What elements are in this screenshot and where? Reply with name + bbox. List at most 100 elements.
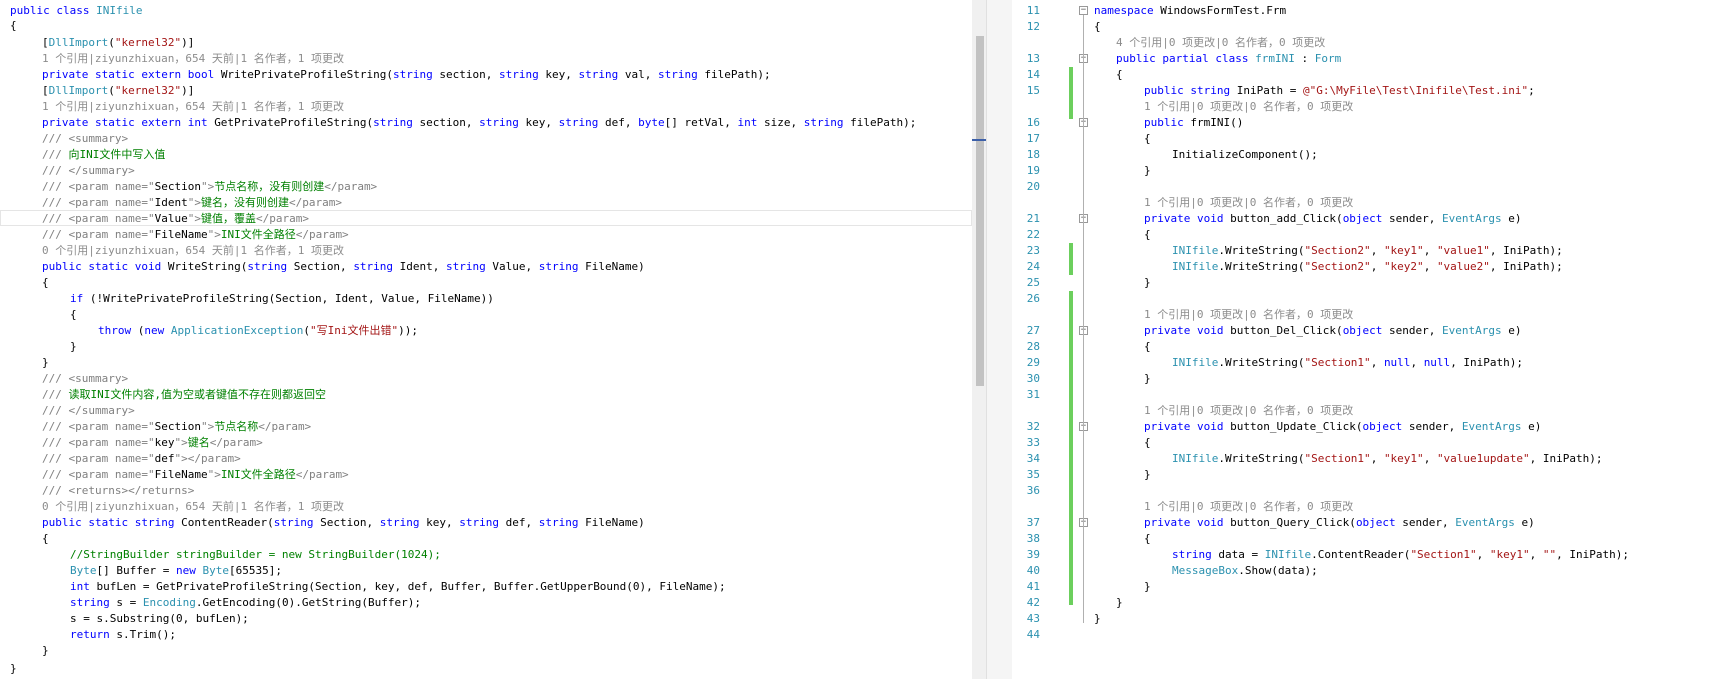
code-token: Section,	[313, 516, 380, 529]
code-token: INIfile	[1172, 260, 1219, 273]
code-token: {	[1144, 532, 1151, 545]
code-token: }	[10, 662, 17, 675]
code-token: ,	[1370, 356, 1384, 369]
collapse-toggle-icon[interactable]: −	[1079, 6, 1088, 15]
code-token: /// <param name="	[42, 452, 155, 465]
left-code-editor[interactable]: public class INIfile{[DllImport("kernel3…	[0, 0, 972, 679]
left-scrollbar-thumb[interactable]	[976, 36, 984, 386]
code-token: }	[1144, 468, 1151, 481]
code-token: 1 个引用|0 项更改|0 名作者，0 项更改	[1144, 308, 1354, 321]
code-token: /// <param name="	[42, 420, 155, 433]
code-token: }	[1144, 276, 1151, 289]
change-indicator-bar	[1069, 67, 1073, 119]
code-token: Encoding	[142, 596, 196, 609]
code-line: INIfile.WriteString("Section2", "key2" , …	[1172, 259, 1563, 275]
code-token: <summary>	[68, 132, 129, 145]
code-token: namespace	[1094, 4, 1161, 17]
code-line: /// <param name="Ident">键名，没有则创建</param>	[42, 195, 342, 211]
codelens-annotation[interactable]: 1 个引用|0 项更改|0 名作者，0 项更改	[1144, 307, 1353, 323]
code-token: Section	[154, 180, 201, 193]
code-line: }	[42, 643, 49, 659]
code-line: public frmINI()	[1144, 115, 1243, 131]
code-token: string	[379, 516, 420, 529]
right-code-editor[interactable]: namespace WindowsFormTest.Frm{4 个引用|0 项更…	[1012, 0, 1728, 679]
code-line: Byte[] Buffer = new Byte[65535];	[70, 563, 282, 579]
code-line: private void button_Update_Click(object …	[1144, 419, 1541, 435]
code-token: private static extern int	[42, 116, 215, 129]
code-token: string	[803, 116, 844, 129]
code-line: /// <param name="Section">节点名称</param>	[42, 419, 311, 435]
code-token: [	[42, 84, 49, 97]
code-token: WritePrivateProfileString(	[220, 68, 393, 81]
code-token: )]	[181, 36, 195, 49]
line-number: 28	[1026, 340, 1040, 353]
code-line: /// 读取INI文件内容,值为空或者键值不存在则都返回空	[42, 387, 326, 403]
code-token: .WriteString(	[1218, 356, 1305, 369]
code-token: 节点名称	[214, 420, 259, 433]
codelens-annotation[interactable]: 4 个引用|0 项更改|0 名作者，0 项更改	[1116, 35, 1325, 51]
code-line: public partial class frmINI : Form	[1116, 51, 1341, 67]
code-line: INIfile.WriteString("Section2", "key1" , …	[1172, 243, 1563, 259]
code-token: </param>	[295, 228, 349, 241]
code-token: @"G:\MyFile\Test\Inifile\Test.ini"	[1302, 84, 1529, 97]
code-token: 键名	[187, 436, 210, 449]
code-line: }	[1094, 611, 1101, 627]
codelens-annotation[interactable]: 1 个引用|ziyunzhixuan，654 天前|1 名作者，1 项更改	[42, 99, 344, 115]
code-token: ///	[42, 164, 69, 177]
code-token: 1 个引用|0 项更改|0 名作者，0 项更改	[1144, 500, 1354, 513]
codelens-annotation[interactable]: 0 个引用|ziyunzhixuan，654 天前|1 名作者，1 项更改	[42, 243, 344, 259]
code-token: /// <summary>	[42, 372, 129, 385]
code-line: /// </summary>	[42, 403, 135, 419]
editor-splitter[interactable]	[986, 0, 1014, 679]
codelens-annotation[interactable]: 1 个引用|0 项更改|0 名作者，0 项更改	[1144, 195, 1353, 211]
codelens-annotation[interactable]: 1 个引用|0 项更改|0 名作者，0 项更改	[1144, 403, 1353, 419]
code-token: public static void	[42, 260, 168, 273]
code-token: "key1"	[1383, 244, 1424, 257]
code-line: InitializeComponent();	[1172, 147, 1318, 163]
code-token: , IniPath);	[1529, 452, 1603, 465]
code-token: "kernel32"	[114, 84, 182, 97]
code-token: EventArgs	[1461, 420, 1522, 433]
code-token: string	[446, 260, 486, 273]
code-token: Form	[1314, 52, 1342, 65]
code-token: [	[42, 36, 49, 49]
code-token: 键名，没有则创建	[200, 196, 289, 209]
code-token: byte	[638, 116, 665, 129]
code-token: string	[578, 68, 619, 81]
line-number: 30	[1026, 372, 1040, 385]
codelens-annotation[interactable]: 0 个引用|ziyunzhixuan，654 天前|1 名作者，1 项更改	[42, 499, 344, 515]
line-number: 15	[1026, 84, 1040, 97]
code-token: </param>	[295, 468, 349, 481]
codelens-annotation[interactable]: 1 个引用|0 项更改|0 名作者，0 项更改	[1144, 99, 1353, 115]
line-number: 16	[1026, 116, 1040, 129]
code-line: }	[42, 355, 49, 371]
code-line: private void button_Del_Click(object sen…	[1144, 323, 1522, 339]
code-token: {	[70, 308, 77, 321]
code-token: </summary>	[68, 164, 135, 177]
code-token: def,	[598, 116, 639, 129]
code-token: private void	[1144, 212, 1231, 225]
code-token: }	[1144, 372, 1151, 385]
code-token: "key2"	[1383, 260, 1424, 273]
code-token: </param>	[288, 196, 342, 209]
code-token: ">	[200, 420, 215, 433]
code-token: sender,	[1402, 420, 1462, 433]
line-number: 20	[1026, 180, 1040, 193]
code-token: 1 个引用|0 项更改|0 名作者，0 项更改	[1144, 100, 1354, 113]
code-token: ">	[200, 180, 215, 193]
code-line: {	[1144, 131, 1151, 147]
code-token: ,	[1423, 452, 1437, 465]
code-line: public class INIfile	[10, 3, 142, 19]
code-line: INIfile.WriteString("Section1", null, nu…	[1172, 355, 1523, 371]
change-indicator-bar	[1069, 291, 1073, 427]
code-token: DllImport	[48, 36, 109, 49]
code-token: {	[1144, 340, 1151, 353]
code-token: (	[131, 324, 145, 337]
code-line: {	[1116, 67, 1123, 83]
codelens-annotation[interactable]: 1 个引用|0 项更改|0 名作者，0 项更改	[1144, 499, 1353, 515]
code-token: INIfile	[1172, 452, 1219, 465]
code-token: bufLen = GetPrivateProfileString(Section…	[89, 580, 726, 593]
codelens-annotation[interactable]: 1 个引用|ziyunzhixuan，654 天前|1 名作者，1 项更改	[42, 51, 344, 67]
code-token: .WriteString(	[1218, 260, 1305, 273]
code-token: new	[144, 324, 171, 337]
